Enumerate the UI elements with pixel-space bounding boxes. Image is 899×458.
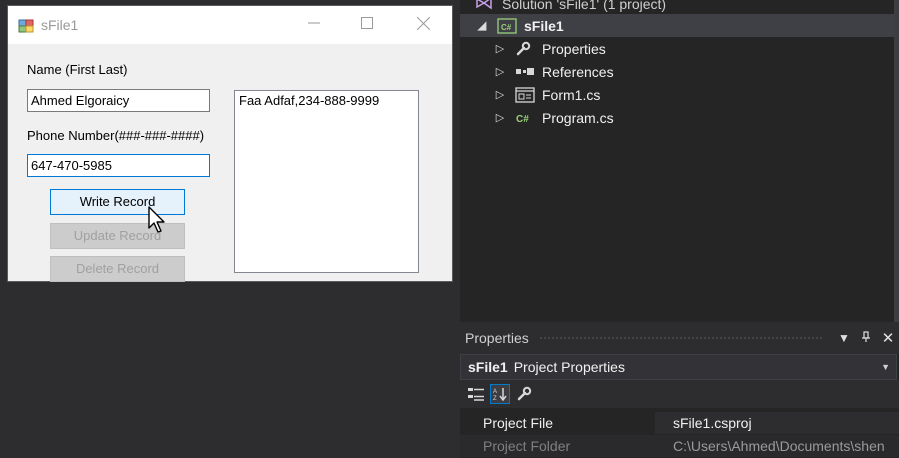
close-icon[interactable]: ✕ (877, 329, 899, 347)
property-value[interactable]: C:\Users\Ahmed\Documents\shen (655, 435, 899, 457)
svg-text:Z: Z (493, 396, 497, 402)
object-selector[interactable]: sFile1 Project Properties ▼ (460, 354, 897, 380)
tree-item-label: Properties (542, 40, 606, 57)
expand-arrow-icon[interactable]: ▷ (493, 42, 507, 55)
references-icon (515, 64, 537, 80)
app-icon (18, 17, 34, 33)
window-title-bar[interactable]: sFile1 (8, 6, 452, 44)
properties-title: Properties (465, 330, 529, 346)
properties-panel: Properties ▼ ✕ sFile1 Project Properties… (460, 322, 899, 458)
form-window: sFile1 Name (First Last) Phone Number(##… (7, 5, 453, 282)
property-row-project-file[interactable]: Project File sFile1.csproj (460, 412, 899, 434)
property-pages-icon[interactable] (514, 384, 534, 404)
wrench-icon (515, 41, 537, 57)
tree-item-form1[interactable]: ▷ Form1.cs (460, 83, 899, 106)
project-node[interactable]: ◢ C# sFile1 (460, 14, 899, 37)
form-icon (515, 86, 537, 103)
property-value[interactable]: sFile1.csproj (655, 412, 899, 434)
tree-item-properties[interactable]: ▷ Properties (460, 37, 899, 60)
categorized-icon[interactable] (466, 384, 486, 404)
window-title: sFile1 (41, 17, 79, 33)
tree-item-label: Program.cs (542, 109, 614, 126)
tree-item-label: References (542, 63, 614, 80)
pin-icon[interactable] (855, 330, 877, 346)
list-item[interactable]: Faa Adfaf,234-888-9999 (239, 93, 414, 108)
solution-explorer-scrollbar[interactable] (894, 0, 899, 322)
solution-node[interactable]: Solution 'sFile1' (1 project) (460, 0, 899, 15)
object-type: Project Properties (513, 359, 625, 375)
csharp-project-icon: C# (497, 17, 519, 34)
grip-dots (538, 335, 823, 341)
records-listbox[interactable]: Faa Adfaf,234-888-9999 (234, 90, 419, 273)
property-name: Project File (483, 415, 554, 431)
tree-item-program[interactable]: ▷ C# Program.cs (460, 106, 899, 129)
phone-label: Phone Number(###-###-####) (27, 128, 205, 143)
tree-item-references[interactable]: ▷ References (460, 60, 899, 83)
name-label: Name (First Last) (27, 62, 128, 77)
dropdown-arrow-icon[interactable]: ▼ (833, 331, 855, 345)
expand-arrow-icon[interactable]: ▷ (493, 65, 507, 78)
solution-label: Solution 'sFile1' (1 project) (502, 0, 667, 12)
expand-arrow-icon[interactable]: ▷ (493, 88, 507, 101)
csharp-file-icon: C# (515, 110, 537, 126)
delete-record-button[interactable]: Delete Record (50, 256, 185, 282)
property-row-project-folder[interactable]: Project Folder C:\Users\Ahmed\Documents\… (460, 435, 899, 457)
object-name: sFile1 (468, 359, 508, 375)
mouse-cursor-icon (148, 206, 168, 239)
collapse-arrow-icon[interactable]: ◢ (475, 19, 489, 32)
property-name: Project Folder (483, 438, 571, 454)
svg-text:C#: C# (516, 114, 529, 125)
expand-arrow-icon[interactable]: ▷ (493, 111, 507, 124)
chevron-down-icon[interactable]: ▼ (881, 362, 890, 372)
close-button[interactable] (400, 6, 446, 40)
properties-title-bar: Properties ▼ ✕ (460, 322, 899, 354)
minimize-button[interactable] (291, 6, 337, 40)
solution-explorer: Solution 'sFile1' (1 project) ◢ C# sFile… (460, 0, 899, 322)
properties-toolbar: AZ (460, 380, 899, 408)
project-label: sFile1 (524, 17, 564, 34)
svg-text:A: A (493, 389, 497, 395)
name-input[interactable] (27, 89, 210, 112)
svg-text:C#: C# (501, 23, 512, 32)
maximize-button[interactable] (344, 6, 390, 40)
solution-icon (475, 0, 497, 12)
alphabetical-icon[interactable]: AZ (490, 384, 510, 404)
tree-item-label: Form1.cs (542, 86, 601, 103)
phone-input[interactable] (27, 154, 210, 177)
